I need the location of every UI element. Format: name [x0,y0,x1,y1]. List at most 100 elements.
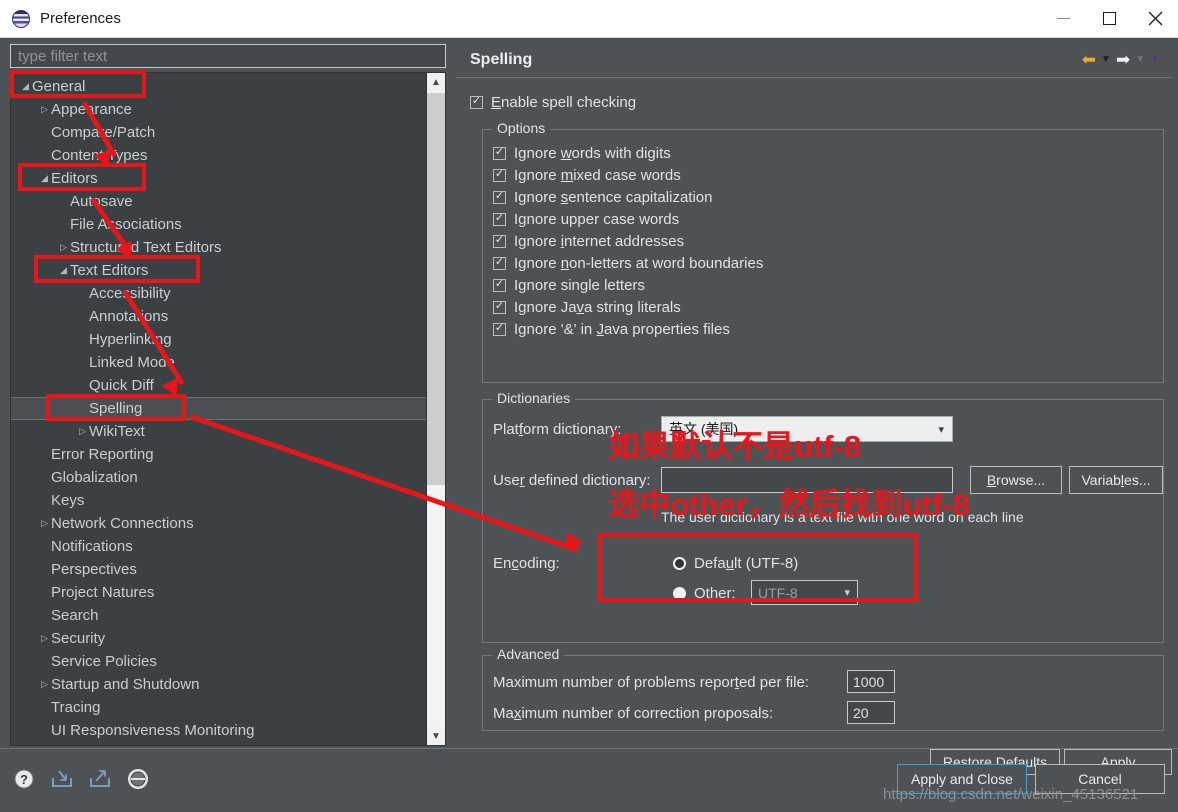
twisty-collapsed-icon[interactable]: ▷ [76,426,89,437]
platform-dictionary-value: 英文 (美国) [669,421,739,437]
twisty-collapsed-icon[interactable]: ▷ [57,242,70,253]
twisty-expanded-icon[interactable]: ◢ [38,173,51,184]
option-checkbox-4[interactable]: Ignore internet addresses [493,230,763,252]
tree-item-accessibility[interactable]: Accessibility [11,282,426,305]
variables-button-label: Variables... [1081,472,1151,488]
tree-item-compare-patch[interactable]: Compare/Patch [11,121,426,144]
enable-spell-checking-checkbox[interactable]: Enable spell checking [470,91,636,113]
platform-dictionary-label: Platform dictionary: [493,421,622,438]
tree-item-label: Hyperlinking [89,331,172,348]
tree-item-structured-text-editors[interactable]: ▷ Structured Text Editors [11,236,426,259]
max-problems-input[interactable]: 1000 [847,670,895,693]
twisty-expanded-icon[interactable]: ◢ [57,265,70,276]
tree-item-content-types[interactable]: Content Types [11,144,426,167]
tree-item-annotations[interactable]: Annotations [11,305,426,328]
back-arrow-icon[interactable]: ⬅ [1082,51,1096,68]
tree-item-perspectives[interactable]: Perspectives [11,558,426,581]
twisty-collapsed-icon[interactable]: ▷ [38,518,51,529]
option-checkbox-6[interactable]: Ignore single letters [493,274,763,296]
twisty-none-icon [38,151,51,161]
option-checkbox-label: Ignore words with digits [514,144,671,162]
encoding-default-radio[interactable]: Default (UTF-8) [673,552,798,574]
tree-item-label: Network Connections [51,515,194,532]
scroll-up-arrow-icon[interactable]: ▲ [427,73,445,91]
title-bar-left: Preferences [0,9,1040,28]
page-nav-toolbar: ⬅ ▼ ➡ ▼ ▼ [1082,51,1172,68]
tree-item-spelling[interactable]: Spelling [11,397,426,420]
footer-icon-group: ? [12,767,150,791]
option-checkbox-8[interactable]: Ignore '&' in Java properties files [493,318,763,340]
twisty-collapsed-icon[interactable]: ▷ [38,104,51,115]
checkbox-icon [493,212,506,226]
tree-item-hyperlinking[interactable]: Hyperlinking [11,328,426,351]
tree-item-editors[interactable]: ◢ Editors [11,167,426,190]
close-button[interactable] [1132,0,1178,37]
tree-item-globalization[interactable]: Globalization [11,466,426,489]
tree-item-label: Appearance [51,101,132,118]
filter-input[interactable]: type filter text [10,44,446,68]
maximize-button[interactable] [1086,0,1132,37]
tree-item-appearance[interactable]: ▷ Appearance [11,98,426,121]
twisty-collapsed-icon[interactable]: ▷ [38,633,51,644]
variables-button[interactable]: Variables... [1069,466,1163,494]
advanced-group: Advanced Maximum number of problems repo… [482,646,1164,731]
tree-item-text-editors[interactable]: ◢ Text Editors [11,259,426,282]
tree-item-file-associations[interactable]: File Associations [11,213,426,236]
option-checkbox-0[interactable]: Ignore words with digits [493,142,763,164]
scroll-down-arrow-icon[interactable]: ▼ [427,727,445,745]
tree-item-ui-responsiveness-monitoring[interactable]: UI Responsiveness Monitoring [11,719,426,742]
watermark: https://blog.csdn.net/weixin_45136521 [883,786,1139,803]
user-dictionary-input[interactable] [661,467,953,493]
encoding-other-value: UTF-8 [758,584,798,601]
eclipse-marketplace-icon[interactable] [126,767,150,791]
import-icon[interactable] [50,767,74,791]
back-menu-caret-down-icon[interactable]: ▼ [1101,54,1111,65]
window-title: Preferences [40,10,121,27]
forward-arrow-icon[interactable]: ➡ [1116,51,1130,68]
preferences-tree[interactable]: ◢ General ▷ Appearance Compare/Patch Conten… [11,73,426,745]
tree-item-general[interactable]: ◢ General [11,75,426,98]
tree-item-error-reporting[interactable]: Error Reporting [11,443,426,466]
browse-button[interactable]: Browse... [970,466,1062,494]
user-dictionary-label: User defined dictionary: [493,472,651,489]
enable-spell-checking-label: Enable spell checking [491,93,637,111]
max-proposals-input[interactable]: 20 [847,701,895,724]
tree-item-label: Notifications [51,538,133,555]
tree-item-autosave[interactable]: Autosave [11,190,426,213]
tree-item-keys[interactable]: Keys [11,489,426,512]
close-icon [1148,11,1162,26]
forward-menu-caret-down-icon: ▼ [1135,54,1146,65]
tree-item-tracing[interactable]: Tracing [11,696,426,719]
option-checkbox-2[interactable]: Ignore sentence capitalization [493,186,763,208]
option-checkbox-7[interactable]: Ignore Java string literals [493,296,763,318]
tree-item-project-natures[interactable]: Project Natures [11,581,426,604]
minimize-button[interactable] [1040,0,1086,37]
option-checkbox-3[interactable]: Ignore upper case words [493,208,763,230]
tree-item-wikitext[interactable]: ▷ WikiText [11,420,426,443]
tree-item-label: Keys [51,492,85,509]
tree-item-notifications[interactable]: Notifications [11,535,426,558]
option-checkbox-5[interactable]: Ignore non-letters at word boundaries [493,252,763,274]
export-icon[interactable] [88,767,112,791]
option-checkbox-1[interactable]: Ignore mixed case words [493,164,763,186]
tree-item-quick-diff[interactable]: Quick Diff [11,374,426,397]
scrollbar-thumb[interactable] [427,93,445,485]
platform-dictionary-select[interactable]: 英文 (美国) ▾ [661,416,953,442]
twisty-expanded-icon[interactable]: ◢ [19,81,32,92]
encoding-other-select[interactable]: UTF-8 ▾ [751,580,858,605]
help-icon[interactable]: ? [12,767,36,791]
tree-item-linked-mode[interactable]: Linked Mode [11,351,426,374]
view-menu-caret-down-icon[interactable]: ▼ [1150,54,1160,65]
encoding-other-radio[interactable]: Other: [673,582,736,604]
tree-item-startup-and-shutdown[interactable]: ▷ Startup and Shutdown [11,673,426,696]
tree-item-network-connections[interactable]: ▷ Network Connections [11,512,426,535]
tree-item-service-policies[interactable]: Service Policies [11,650,426,673]
encoding-default-label: Default (UTF-8) [694,554,799,572]
twisty-collapsed-icon[interactable]: ▷ [38,679,51,690]
tree-scrollbar[interactable]: ▲ ▼ [426,73,445,745]
tree-item-label: Structured Text Editors [70,239,222,256]
tree-item-search[interactable]: Search [11,604,426,627]
tree-item-security[interactable]: ▷ Security [11,627,426,650]
tree-item-label: Annotations [89,308,169,325]
option-checkbox-label: Ignore upper case words [514,210,680,228]
